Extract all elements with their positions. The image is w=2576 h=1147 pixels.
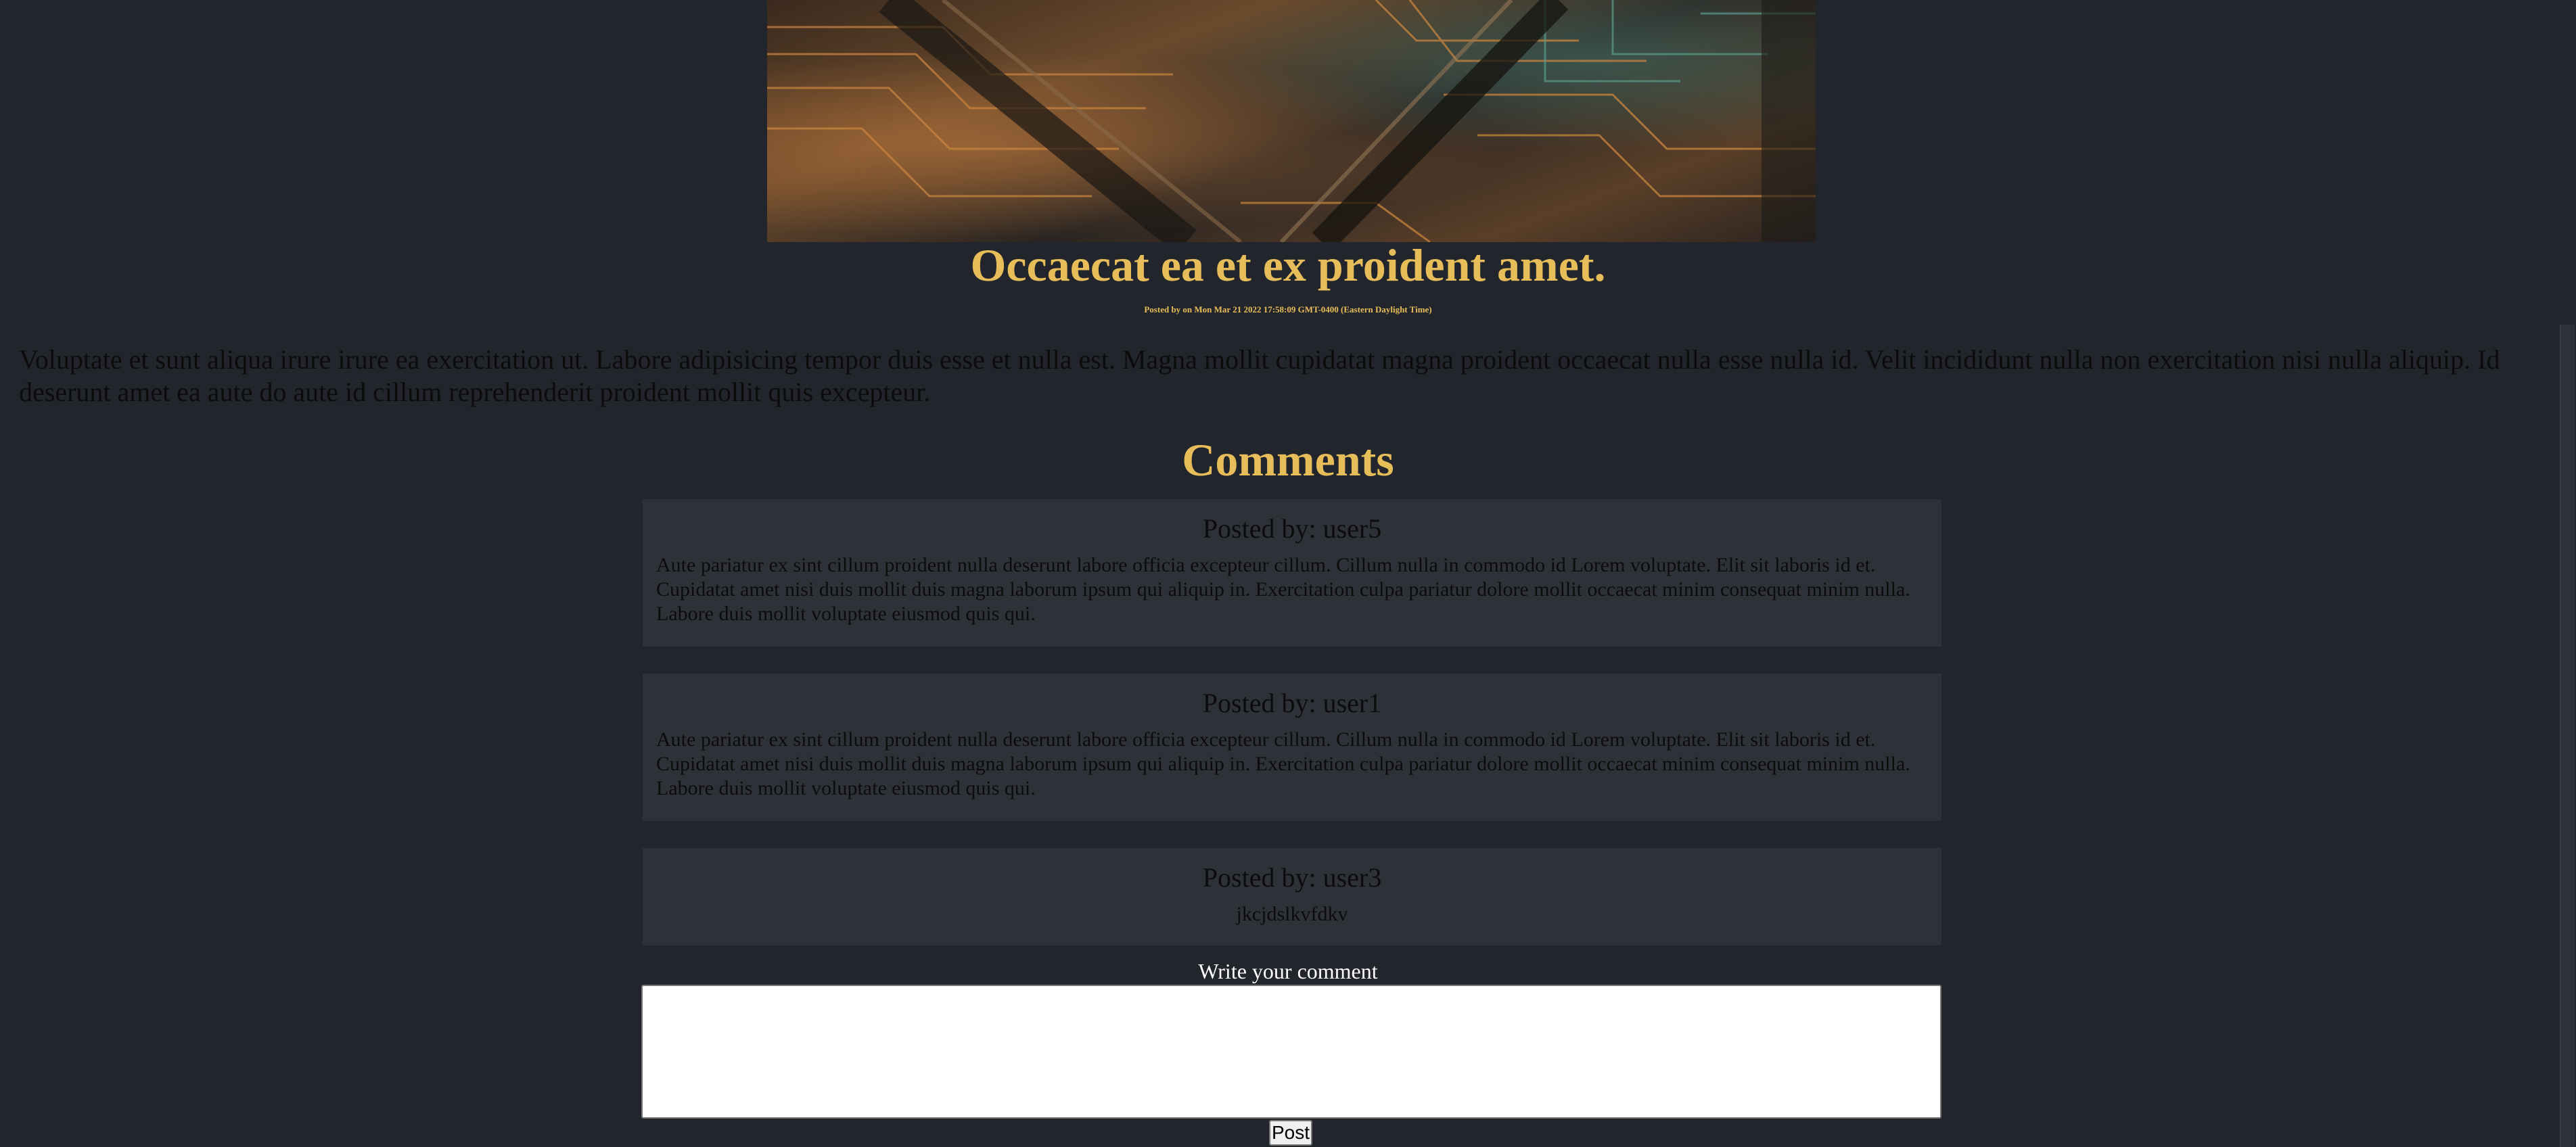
write-comment-label: Write your comment xyxy=(1198,959,1378,983)
comments-heading: Comments xyxy=(1182,434,1394,486)
scrollbar-thumb[interactable] xyxy=(2560,325,2575,1147)
comment-card: Posted by: user5 Aute pariatur ex sint c… xyxy=(643,499,1941,647)
post-title: Occaecat ea et ex proident amet. xyxy=(970,239,1606,291)
post-button[interactable]: Post xyxy=(1269,1120,1312,1146)
comment-card: Posted by: user3 jkcjdslkvfdkv xyxy=(643,848,1941,945)
post-meta: Posted by on Mon Mar 21 2022 17:58:09 GM… xyxy=(1144,304,1432,314)
comment-card: Posted by: user1 Aute pariatur ex sint c… xyxy=(643,674,1941,821)
comment-textarea[interactable] xyxy=(641,985,1941,1119)
comment-text: Aute pariatur ex sint cillum proident nu… xyxy=(656,554,1910,625)
comment-text: Aute pariatur ex sint cillum proident nu… xyxy=(656,728,1910,799)
scrollbar[interactable] xyxy=(2560,0,2576,1147)
comment-author: Posted by: user5 xyxy=(1202,513,1382,544)
comment-author: Posted by: user1 xyxy=(1202,688,1382,718)
post-body: Voluptate et sunt aliqua irure irure ea … xyxy=(19,344,2500,407)
comment-text: jkcjdslkvfdkv xyxy=(1236,903,1348,925)
post-hero-image xyxy=(767,0,1816,242)
comment-author: Posted by: user3 xyxy=(1202,862,1382,893)
